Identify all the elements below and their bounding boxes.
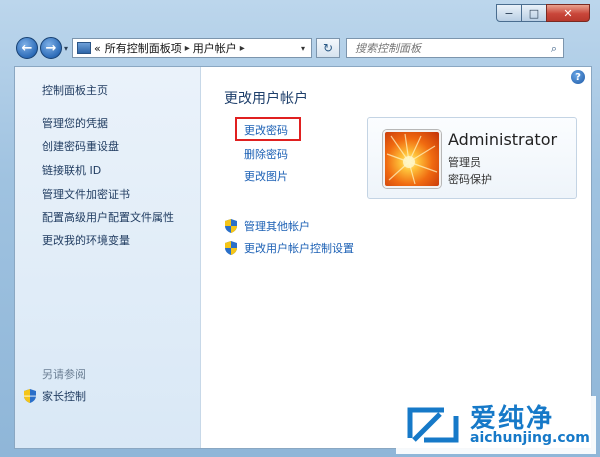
search-icon[interactable]: ⌕ <box>551 42 557 56</box>
window-frame: − □ ✕ ← → ▾ « 所有控制面板项 ▸ 用户帐户 ▸ ▾ ↻ ⌕ 控制面… <box>0 0 600 457</box>
search-box: ⌕ <box>346 38 565 58</box>
content-pane: 控制面板主页 管理您的凭据 创建密码重设盘 链接联机 ID 管理文件加密证书 配… <box>14 66 592 449</box>
page-title: 更改用户帐户 <box>224 91 308 107</box>
search-input[interactable] <box>353 40 538 56</box>
refresh-button[interactable]: ↻ <box>316 38 341 58</box>
breadcrumb-overflow[interactable]: « <box>94 42 101 55</box>
control-panel-icon <box>77 42 92 54</box>
maximize-button[interactable]: □ <box>521 4 547 22</box>
uac-shield-icon <box>225 241 237 255</box>
address-dropdown-icon[interactable]: ▾ <box>301 44 305 53</box>
watermark-url: aichunjing.com <box>470 430 590 446</box>
sidebar-item-manage-credentials[interactable]: 管理您的凭据 <box>42 115 108 131</box>
sidebar-item-control-panel-home[interactable]: 控制面板主页 <box>42 82 108 98</box>
user-name: Administrator <box>448 130 558 149</box>
help-icon[interactable]: ? <box>571 70 585 84</box>
watermark-logo-icon <box>407 407 459 443</box>
forward-button[interactable]: → <box>40 37 62 59</box>
flower-picture-icon <box>386 133 438 185</box>
recent-pages-dropdown[interactable]: ▾ <box>64 44 68 53</box>
breadcrumb-separator[interactable]: ▸ <box>185 43 190 54</box>
change-picture-link[interactable]: 更改图片 <box>244 168 288 184</box>
navigation-bar: ← → ▾ « 所有控制面板项 ▸ 用户帐户 ▸ ▾ ↻ ⌕ <box>16 36 592 60</box>
sidebar-item-link-online-id[interactable]: 链接联机 ID <box>42 162 101 178</box>
close-button[interactable]: ✕ <box>546 4 590 22</box>
sidebar: 控制面板主页 管理您的凭据 创建密码重设盘 链接联机 ID 管理文件加密证书 配… <box>15 67 201 448</box>
user-account-card: Administrator 管理员 密码保护 <box>367 117 577 199</box>
breadcrumb-separator[interactable]: ▸ <box>240 43 245 54</box>
manage-other-accounts-link[interactable]: 管理其他帐户 <box>224 218 310 237</box>
breadcrumb-item-all-items[interactable]: 所有控制面板项 <box>105 40 182 56</box>
parental-controls-label: 家长控制 <box>42 390 86 403</box>
back-button[interactable]: ← <box>16 37 38 59</box>
watermark: 爱纯净 aichunjing.com <box>396 396 596 454</box>
avatar <box>383 130 441 188</box>
see-also-heading: 另请参阅 <box>42 368 86 381</box>
address-bar[interactable]: « 所有控制面板项 ▸ 用户帐户 ▸ ▾ <box>72 38 313 58</box>
breadcrumb-item-user-accounts[interactable]: 用户帐户 <box>193 40 237 56</box>
shield-icon <box>24 389 36 403</box>
sidebar-item-advanced-profile[interactable]: 配置高级用户配置文件属性 <box>42 209 174 225</box>
sidebar-item-encryption-certificates[interactable]: 管理文件加密证书 <box>42 186 130 202</box>
uac-settings-link[interactable]: 更改用户帐户控制设置 <box>224 240 354 259</box>
sidebar-item-environment-variables[interactable]: 更改我的环境变量 <box>42 232 130 248</box>
remove-password-link[interactable]: 删除密码 <box>244 146 288 162</box>
uac-settings-label: 更改用户帐户控制设置 <box>244 242 354 255</box>
sidebar-item-password-reset-disk[interactable]: 创建密码重设盘 <box>42 138 119 154</box>
minimize-button[interactable]: − <box>496 4 522 22</box>
caption-buttons: − □ ✕ <box>496 4 590 22</box>
parental-controls-link[interactable]: 家长控制 <box>23 388 86 407</box>
user-role: 管理员 <box>448 156 481 169</box>
change-password-link[interactable]: 更改密码 <box>244 122 288 138</box>
manage-other-accounts-label: 管理其他帐户 <box>244 220 310 233</box>
password-status: 密码保护 <box>448 173 492 186</box>
uac-shield-icon <box>225 219 237 233</box>
